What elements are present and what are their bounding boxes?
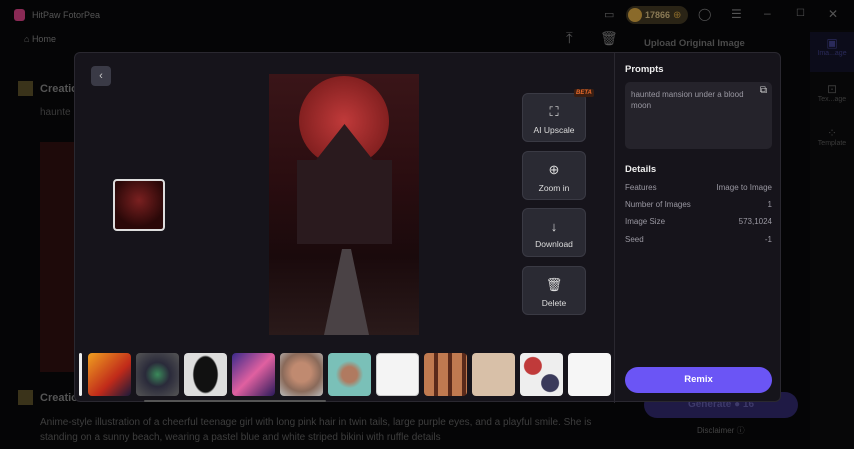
upscale-icon: ⛶ [549,104,559,119]
prompts-title: Prompts [625,64,664,75]
gallery-thumbnail[interactable] [79,353,82,396]
title-bar: HitPaw FotorPea ▭ 17866 ⊕ ◯ ☰ – ☐ ✕ [0,0,854,30]
zoom-in-icon: ⊕ [548,162,560,177]
download-icon: ↓ [550,219,558,234]
creation-icon [18,390,33,405]
gallery-thumbnail[interactable] [232,353,275,396]
app-title: HitPaw FotorPea [32,10,101,20]
gallery-thumbnail[interactable] [136,353,179,396]
sidebar-item-template[interactable]: ⁘ Template [810,120,854,168]
remix-button[interactable]: Remix [625,367,772,393]
menu-icon[interactable]: ☰ [731,7,742,21]
gallery-thumbnail[interactable] [472,353,515,396]
home-label: Home [31,34,56,44]
beta-badge: BETA [574,89,594,97]
sidebar-item-image-to-image[interactable]: ▣ Ima...age [810,32,854,72]
close-icon[interactable]: ✕ [828,7,838,21]
template-icon: ⁘ [826,126,838,140]
detail-value: 1 [767,200,772,209]
creation-icon [18,81,33,96]
text-image-icon: ⊡ [826,82,838,96]
gallery-thumbnail[interactable] [376,353,419,396]
creation-title: Creatio [40,392,78,404]
disclaimer-link[interactable]: Disclaimer ⓘ [697,425,745,436]
maximize-icon[interactable]: ☐ [796,8,805,19]
download-label: Download [535,239,573,249]
selected-thumbnail[interactable] [113,179,165,231]
home-link[interactable]: ⌂ Home [24,34,56,44]
credits-badge[interactable]: 17866 ⊕ [626,6,688,24]
gallery-thumbnail[interactable] [280,353,323,396]
creation-title: Creatio [40,83,78,95]
path [324,249,369,335]
sidebar-item-text-to-image[interactable]: ⊡ Tex...age [810,72,854,120]
back-button[interactable]: ‹ [91,66,111,86]
detail-value: -1 [764,235,772,244]
detail-label: Seed [625,235,644,244]
upload-icon[interactable]: ⤒ [566,30,573,47]
gallery-thumbnail[interactable] [424,353,467,396]
delete-button[interactable]: 🗑 Delete [522,266,586,315]
main-image [269,74,419,335]
right-sidebar: ▣ Ima...age ⊡ Tex...age ⁘ Template [810,30,854,449]
gallery-thumbnail[interactable] [568,353,611,396]
minimize-icon[interactable]: – [764,6,771,20]
prompt-box: haunted mansion under a blood moon ⧉ [625,82,772,149]
detail-row: Number of Images 1 [625,200,772,209]
sidebar-label: Ima...age [817,50,847,57]
gallery-thumbnail[interactable] [520,353,563,396]
gallery-thumbnail[interactable] [184,353,227,396]
feedback-icon[interactable]: ▭ [604,8,614,21]
zoom-in-label: Zoom in [538,183,570,193]
gallery-thumbnail[interactable] [88,353,131,396]
image-icon: ▣ [826,36,838,50]
details-panel: Prompts haunted mansion under a blood mo… [614,53,782,403]
detail-row: Seed -1 [625,235,772,244]
ai-upscale-label: AI Upscale [533,125,575,135]
details-title: Details [625,164,657,175]
detail-label: Features [625,183,657,192]
creation-prompt: haunte [40,107,71,118]
gallery-thumbnail[interactable] [328,353,371,396]
detail-row: Features Image to Image [625,183,772,192]
trash-icon[interactable]: 🗑 [600,30,618,47]
image-detail-modal: ‹ ⛶ AI Upscale BETA ⊕ Zoom in ↓ Download 🗑 D… [74,52,782,403]
app-logo-icon [14,9,25,21]
upload-title: Upload Original Image [644,38,745,49]
credits-count: 17866 [645,10,671,20]
sidebar-label: Tex...age [817,96,847,103]
delete-label: Delete [541,298,567,308]
prompt-text: haunted mansion under a blood moon [631,90,744,110]
creation-image [40,142,74,372]
copy-icon[interactable]: ⧉ [760,85,767,96]
sidebar-label: Template [817,140,847,147]
creation-prompt: Anime-style illustration of a cheerful t… [40,417,592,443]
disclaimer-label: Disclaimer [697,426,735,435]
account-icon[interactable]: ◯ [698,7,711,21]
zoom-in-button[interactable]: ⊕ Zoom in [522,151,586,200]
detail-label: Number of Images [625,200,691,209]
ai-upscale-button[interactable]: ⛶ AI Upscale [522,93,586,142]
detail-value: Image to Image [716,183,772,192]
gallery-scrollbar[interactable] [144,400,326,402]
add-credits-icon[interactable]: ⊕ [673,10,681,21]
detail-value: 573,1024 [738,217,772,226]
download-button[interactable]: ↓ Download [522,208,586,257]
coin-icon [628,8,642,22]
delete-icon: 🗑 [545,277,563,292]
detail-label: Image Size [625,217,666,226]
detail-row: Image Size 573,1024 [625,217,772,226]
